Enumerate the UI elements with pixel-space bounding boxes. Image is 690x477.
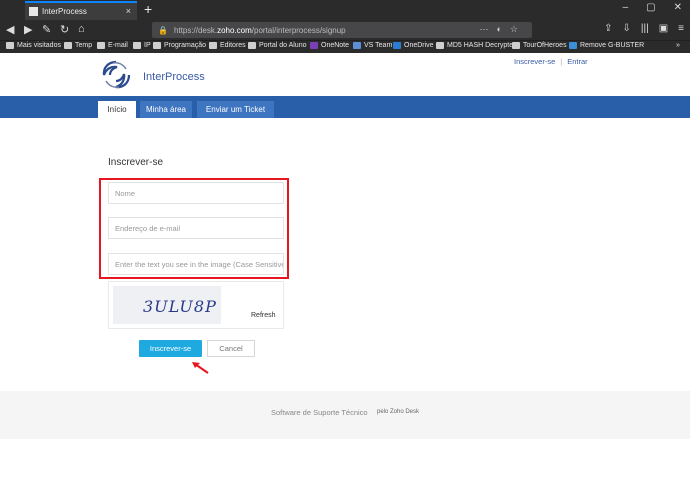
footer: Software de Suporte Técnico pelo Zoho De…	[0, 391, 690, 439]
tab-title: InterProcess	[42, 7, 87, 16]
tools-icon[interactable]: ✎	[42, 23, 51, 36]
close-window-button[interactable]: ✕	[674, 2, 682, 13]
onenote-icon	[310, 42, 318, 49]
bookmarks-overflow-icon[interactable]: »	[676, 42, 680, 49]
bookmark-item[interactable]: OneNote	[310, 42, 349, 49]
url-prefix: https://desk.	[173, 25, 218, 35]
back-icon[interactable]: ◀	[6, 23, 14, 36]
bookmark-item[interactable]: OneDrive	[393, 42, 434, 49]
highlight-box	[99, 178, 289, 279]
page-content: InterProcess Inscrever-se | Entrar Início …	[0, 53, 690, 477]
tab-minha-area[interactable]: Minha área	[140, 101, 192, 118]
browser-titlebar: InterProcess × + – ▢ ✕	[0, 0, 690, 20]
bookmark-item[interactable]: IP	[133, 42, 151, 49]
lock-icon: 🔒	[158, 25, 168, 35]
page-icon	[248, 42, 256, 49]
url-bar[interactable]: 🔒 https://desk. zoho.com/portal/interproc…	[152, 22, 532, 38]
menu-icon[interactable]: ≡	[678, 23, 684, 34]
new-tab-button[interactable]: +	[144, 1, 152, 17]
bookmark-item[interactable]: Mais visitados	[6, 42, 61, 49]
tab-close-icon[interactable]: ×	[126, 6, 131, 16]
interprocess-logo-icon	[102, 60, 131, 89]
sidebar-icon[interactable]: ▣	[659, 23, 668, 34]
window-controls: – ▢ ✕	[623, 2, 682, 13]
bookmark-item[interactable]: Editores	[209, 42, 246, 49]
extension-icon	[569, 42, 577, 49]
vs-team-icon	[353, 42, 361, 49]
signup-link[interactable]: Inscrever-se	[514, 57, 555, 66]
bookmark-item[interactable]: Programação	[153, 42, 206, 49]
login-link[interactable]: Entrar	[567, 57, 587, 66]
footer-text: Software de Suporte Técnico	[271, 408, 368, 417]
library-icon[interactable]: |||	[641, 23, 649, 34]
header-links: Inscrever-se | Entrar	[514, 57, 588, 66]
folder-icon	[64, 42, 72, 49]
captcha-text: 3ULU8P	[143, 297, 217, 316]
upload-icon[interactable]: ⇪	[604, 23, 612, 34]
bookmark-star-icon[interactable]: ☆	[510, 24, 526, 34]
captcha-container: 3ULU8P Refresh	[108, 281, 284, 329]
folder-icon	[97, 42, 105, 49]
bookmark-item[interactable]: VS Team	[353, 42, 392, 49]
tab-enviar-ticket[interactable]: Enviar um Ticket	[197, 101, 274, 118]
browser-navbar: ◀ ▶ ✎ ↻ ⌂ 🔒 https://desk. zoho.com/portal…	[0, 20, 690, 40]
url-actions: ⋯◐☆	[479, 24, 526, 35]
form-title: Inscrever-se	[108, 157, 164, 168]
footer-by[interactable]: pelo Zoho Desk	[377, 409, 419, 415]
folder-icon	[153, 42, 161, 49]
maximize-button[interactable]: ▢	[646, 2, 655, 13]
bookmark-item[interactable]: MD5 HASH Decrypter	[436, 42, 515, 49]
cancel-button[interactable]: Cancel	[207, 340, 255, 357]
bookmarks-bar: Mais visitados Temp E-mail IP Programaçã…	[0, 40, 690, 53]
more-icon[interactable]: ⋯	[479, 24, 496, 34]
pointer-arrow-icon	[192, 362, 209, 374]
minimize-button[interactable]: –	[623, 2, 629, 13]
bookmark-item[interactable]: TourOfHeroes	[512, 42, 567, 49]
gear-icon	[6, 42, 14, 49]
folder-icon	[133, 42, 141, 49]
page-icon	[436, 42, 444, 49]
main-menu: Início Minha área Enviar um Ticket	[0, 96, 690, 118]
refresh-link[interactable]: Refresh	[251, 312, 276, 319]
link-separator: |	[560, 57, 563, 66]
pocket-icon[interactable]: ◐	[496, 24, 509, 34]
reload-icon[interactable]: ↻	[60, 23, 69, 36]
home-icon[interactable]: ⌂	[78, 23, 85, 35]
folder-icon	[209, 42, 217, 49]
browser-tab[interactable]: InterProcess ×	[25, 1, 137, 20]
signup-button[interactable]: Inscrever-se	[139, 340, 202, 357]
globe-icon	[512, 42, 520, 49]
tab-inicio[interactable]: Início	[98, 101, 136, 118]
captcha-image: 3ULU8P	[113, 286, 221, 324]
bookmark-item[interactable]: E-mail	[97, 42, 128, 49]
url-path: /portal/interprocess/signup	[251, 25, 346, 35]
forward-icon[interactable]: ▶	[24, 23, 32, 36]
page-favicon-icon	[29, 7, 38, 16]
brand-name: InterProcess	[143, 71, 205, 83]
url-domain: zoho.com	[217, 25, 252, 35]
toolbar-right: ⇪ ⇩ ||| ▣ ≡	[604, 23, 684, 34]
bookmark-item[interactable]: Temp	[64, 42, 92, 49]
onedrive-icon	[393, 42, 401, 49]
download-icon[interactable]: ⇩	[623, 23, 631, 34]
bookmark-item[interactable]: Portal do Aluno	[248, 42, 306, 49]
bookmark-item[interactable]: Remove G-BUSTER	[569, 42, 644, 49]
